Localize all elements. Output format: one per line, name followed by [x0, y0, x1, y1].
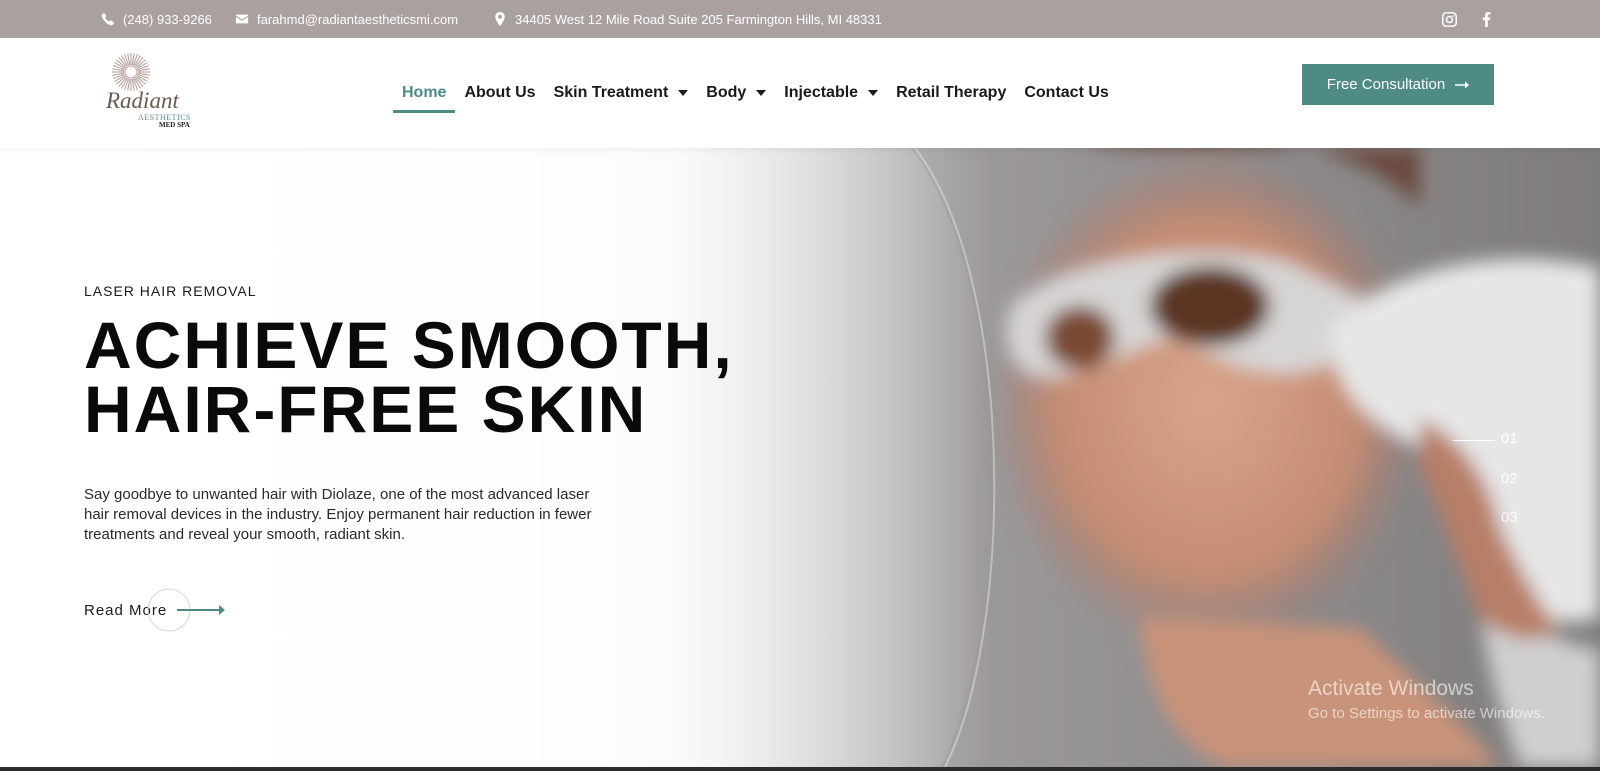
- slide-dot-01[interactable]: 01: [1501, 430, 1518, 447]
- logo-tagline: MED SPA: [159, 121, 190, 129]
- nav-item-label: Retail Therapy: [896, 84, 1007, 101]
- phone-text: (248) 933-9266: [123, 11, 212, 27]
- instagram-link[interactable]: [1442, 0, 1457, 38]
- hero-headline: ACHIEVE SMOOTH, HAIR-FREE SKIN: [84, 308, 784, 446]
- nav-item-label: About Us: [464, 84, 536, 101]
- hero-headline-line-2: HAIR-FREE SKIN: [84, 372, 648, 446]
- nav-item-retail-therapy[interactable]: Retail Therapy: [887, 73, 1015, 113]
- nav-item-injectable[interactable]: Injectable: [775, 73, 887, 113]
- instagram-icon: [1442, 11, 1457, 27]
- facebook-link[interactable]: [1479, 0, 1494, 38]
- email-text: farahmd@radiantaestheticsmi.com: [257, 11, 459, 27]
- read-more-link[interactable]: Read More: [84, 588, 234, 632]
- logo-wordmark: Radiant: [106, 88, 179, 113]
- watermark-subtitle: Go to Settings to activate Windows.: [1308, 705, 1545, 722]
- arrow-circle-icon: [147, 588, 225, 632]
- caret-down-icon: [756, 90, 767, 96]
- hero-section: LASER HAIR REMOVAL ACHIEVE SMOOTH, HAIR-…: [0, 148, 1600, 767]
- hero-description: Say goodbye to unwanted hair with Diolaz…: [84, 486, 592, 543]
- active-slide-line: [1453, 440, 1495, 441]
- nav-item-label: Home: [402, 84, 447, 101]
- nav-item-about-us[interactable]: About Us: [455, 73, 544, 113]
- slide-dot-03[interactable]: 03: [1501, 509, 1518, 526]
- nav-item-label: Skin Treatment: [553, 84, 669, 101]
- hero-headline-line-1: ACHIEVE SMOOTH,: [84, 308, 734, 382]
- arrow-right-icon: [1455, 80, 1470, 89]
- facebook-icon: [1482, 11, 1491, 27]
- cta-label: Free Consultation: [1326, 76, 1446, 93]
- top-contact-bar: (248) 933-9266 farahmd@radiantaesthetics…: [0, 0, 1600, 38]
- nav-item-label: Contact Us: [1024, 84, 1109, 101]
- bottom-strip: [0, 767, 1600, 771]
- hero-eyebrow: LASER HAIR REMOVAL: [84, 283, 257, 299]
- hero-photo: [0, 148, 1600, 767]
- address-text: 34405 West 12 Mile Road Suite 205 Farmin…: [515, 11, 882, 27]
- email-info[interactable]: farahmd@radiantaestheticsmi.com: [235, 0, 458, 38]
- phone-info[interactable]: (248) 933-9266: [101, 0, 212, 38]
- logo[interactable]: Radiant AESTHETICS MED SPA: [104, 52, 200, 132]
- address-info[interactable]: 34405 West 12 Mile Road Suite 205 Farmin…: [493, 0, 882, 38]
- slide-dot-02[interactable]: 02: [1501, 470, 1518, 487]
- phone-icon: [101, 13, 114, 26]
- windows-activation-watermark: Activate Windows Go to Settings to activ…: [1308, 677, 1545, 722]
- nav-item-contact-us[interactable]: Contact Us: [1015, 73, 1117, 113]
- caret-down-icon: [868, 90, 879, 96]
- nav-item-label: Body: [706, 84, 747, 101]
- free-consultation-button[interactable]: Free Consultation: [1302, 64, 1494, 105]
- site-header: Radiant AESTHETICS MED SPA Home About Us…: [0, 38, 1600, 148]
- main-nav: Home About Us Skin Treatment Body Inject…: [393, 38, 1118, 148]
- nav-item-body[interactable]: Body: [697, 73, 775, 113]
- watermark-title: Activate Windows: [1308, 677, 1474, 700]
- nav-item-skin-treatment[interactable]: Skin Treatment: [545, 73, 698, 113]
- nav-item-home[interactable]: Home: [393, 73, 456, 113]
- caret-down-icon: [678, 90, 689, 96]
- envelope-icon: [235, 14, 249, 24]
- map-pin-icon: [495, 12, 505, 26]
- nav-item-label: Injectable: [784, 84, 859, 101]
